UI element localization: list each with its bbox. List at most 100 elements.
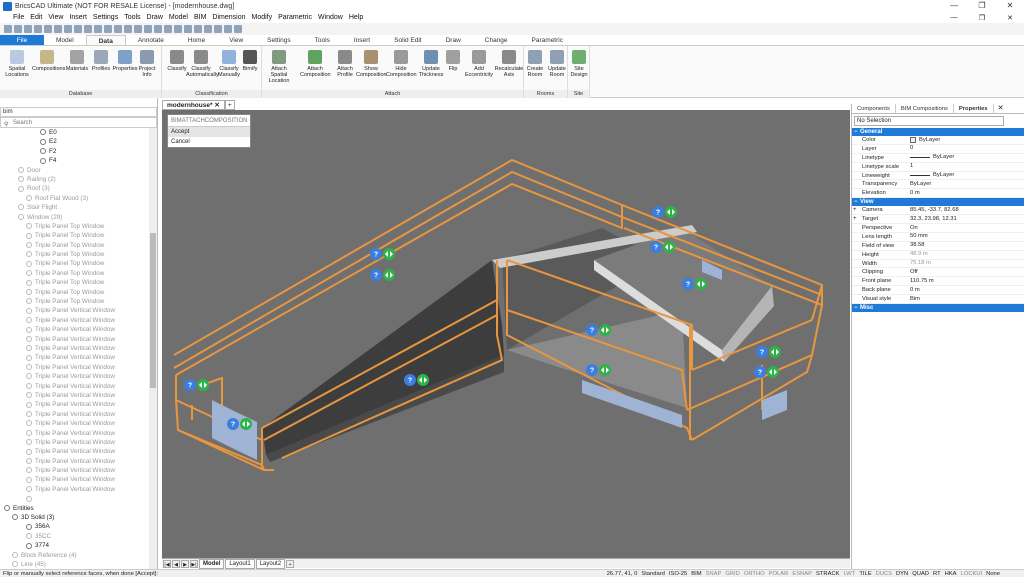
structure-filter-input[interactable]: bim [0, 107, 157, 117]
tab-home[interactable]: Home [176, 35, 217, 45]
tab-tools[interactable]: Tools [303, 35, 342, 45]
structure-scrollbar[interactable] [149, 128, 157, 570]
properties-icon[interactable] [154, 25, 162, 33]
tree-item[interactable]: Triple Panel Vertical Window [0, 306, 150, 315]
tree-item[interactable]: 3774 [0, 541, 150, 550]
menu-modify[interactable]: Modify [249, 14, 276, 21]
doc-close-button[interactable]: ✕ [996, 14, 1024, 22]
property-value[interactable]: Off [910, 268, 1024, 276]
section-view[interactable]: View [852, 198, 1024, 207]
flip-marker[interactable]: ? [756, 346, 781, 358]
scroll-thumb[interactable] [150, 233, 156, 388]
first-layout-button[interactable]: |◀ [163, 559, 171, 568]
help-icon[interactable] [174, 25, 182, 33]
property-value[interactable]: 32.3, 23.98, 12.31 [910, 215, 1024, 223]
flip-arrows-icon[interactable] [240, 418, 252, 430]
tree-item[interactable]: 35CC [0, 532, 150, 541]
doc-minimize-button[interactable]: — [940, 14, 968, 22]
settings-icon[interactable] [194, 25, 202, 33]
paste-icon[interactable] [94, 25, 102, 33]
menu-insert[interactable]: Insert [66, 14, 90, 21]
tab-settings[interactable]: Settings [255, 35, 303, 45]
property-value[interactable]: 75.18 m [910, 260, 1024, 268]
structure-search-input[interactable]: ⚲ Search [0, 117, 157, 128]
tab-bim-compositions[interactable]: BIM Compositions [896, 104, 954, 113]
selection-dropdown[interactable]: No Selection [854, 116, 1004, 126]
tree-item[interactable]: Railing (2) [0, 175, 150, 184]
tree-item[interactable]: Door [0, 166, 150, 175]
tree-item[interactable]: Triple Panel Vertical Window [0, 372, 150, 381]
tab-layout2[interactable]: Layout2 [255, 558, 286, 569]
recalculate-axis-button[interactable]: Recalculate Axis [494, 50, 524, 78]
layer-icon[interactable] [144, 25, 152, 33]
tab-file[interactable]: File [0, 35, 44, 45]
tab-data[interactable]: Data [85, 35, 126, 45]
new-icon[interactable] [4, 25, 12, 33]
tab-change[interactable]: Change [473, 35, 520, 45]
property-value[interactable]: ByLayer [910, 172, 1024, 180]
attach-spatial-location-button[interactable]: Attach Spatial Location [264, 50, 294, 84]
cut-icon[interactable] [74, 25, 82, 33]
tree-item[interactable]: Triple Panel Vertical Window [0, 325, 150, 334]
property-row[interactable]: Lineweight ByLayer [852, 172, 1024, 181]
view-icon[interactable] [214, 25, 222, 33]
tree-item[interactable]: Triple Panel Top Window [0, 269, 150, 278]
customize-icon[interactable] [234, 25, 242, 33]
property-value[interactable]: Bim [910, 295, 1024, 303]
tree-item[interactable]: Triple Panel Top Window [0, 250, 150, 259]
property-value[interactable]: 48.9 m [910, 251, 1024, 259]
tree-item[interactable]: Triple Panel Vertical Window [0, 335, 150, 344]
tree-item[interactable]: Stair Flight [0, 203, 150, 212]
tree-item[interactable]: Triple Panel Vertical Window [0, 438, 150, 447]
save-as-icon[interactable] [34, 25, 42, 33]
add-eccentricity-button[interactable]: Add Eccentricity [464, 50, 494, 78]
tab-components[interactable]: Components [852, 104, 896, 113]
tree-item[interactable]: Line (45) [0, 560, 150, 569]
property-row[interactable]: Color ByLayer [852, 136, 1024, 145]
menu-tools[interactable]: Tools [121, 14, 143, 21]
prev-layout-button[interactable]: ◀ [172, 559, 180, 568]
tree-item[interactable]: F4 [0, 156, 150, 165]
menu-draw[interactable]: Draw [144, 14, 166, 21]
tree-item[interactable]: Triple Panel Vertical Window [0, 429, 150, 438]
tree-item[interactable]: Block Reference (4) [0, 551, 150, 560]
tree-item[interactable]: Triple Panel Top Window [0, 241, 150, 250]
property-row[interactable]: Transparency ByLayer [852, 180, 1024, 190]
tree-item[interactable]: Triple Panel Vertical Window [0, 363, 150, 372]
tree-item[interactable]: Triple Panel Vertical Window [0, 419, 150, 428]
property-value[interactable]: 110.75 m [910, 277, 1024, 285]
hide-composition-button[interactable]: Hide Composition [386, 50, 417, 78]
section-misc[interactable]: Misc [852, 304, 1024, 313]
print-icon[interactable] [44, 25, 52, 33]
property-value[interactable]: 0 [910, 145, 1024, 153]
flip-arrows-icon[interactable] [767, 366, 779, 378]
property-row[interactable]: Lens length 50 mm [852, 233, 1024, 242]
close-icon[interactable]: ✕ [214, 102, 219, 109]
tree-item[interactable]: Triple Panel Vertical Window [0, 457, 150, 466]
close-button[interactable]: ✕ [996, 0, 1024, 12]
property-row[interactable]: Visual style Bim [852, 295, 1024, 305]
next-layout-button[interactable]: ▶ [181, 559, 189, 568]
tab-parametric[interactable]: Parametric [520, 35, 575, 45]
tree-item[interactable]: Triple Panel Top Window [0, 297, 150, 306]
property-value[interactable]: 0 m [910, 286, 1024, 294]
redo-icon[interactable] [64, 25, 72, 33]
tree-item[interactable]: Triple Panel Vertical Window [0, 475, 150, 484]
minimize-button[interactable]: — [940, 0, 968, 12]
tree-item[interactable]: Triple Panel Top Window [0, 288, 150, 297]
compositions-button[interactable]: Compositions [32, 50, 65, 72]
spatial-locations-button[interactable]: Spatial Locations [2, 50, 32, 78]
orbit-icon[interactable] [134, 25, 142, 33]
flip-marker[interactable]: ? [652, 206, 677, 218]
menu-parametric[interactable]: Parametric [275, 14, 315, 21]
tree-item[interactable]: Triple Panel Vertical Window [0, 382, 150, 391]
tab-model[interactable]: Model [44, 35, 86, 45]
tab-layout1[interactable]: Layout1 [225, 558, 255, 569]
site-design-button[interactable]: Site Design [568, 50, 590, 78]
tree-item[interactable]: Window (29) [0, 213, 150, 222]
pan-icon[interactable] [124, 25, 132, 33]
copy-icon[interactable] [84, 25, 92, 33]
property-value[interactable]: 1 [910, 163, 1024, 171]
property-value[interactable]: 38.58 [910, 242, 1024, 250]
ucs-icon[interactable] [204, 25, 212, 33]
